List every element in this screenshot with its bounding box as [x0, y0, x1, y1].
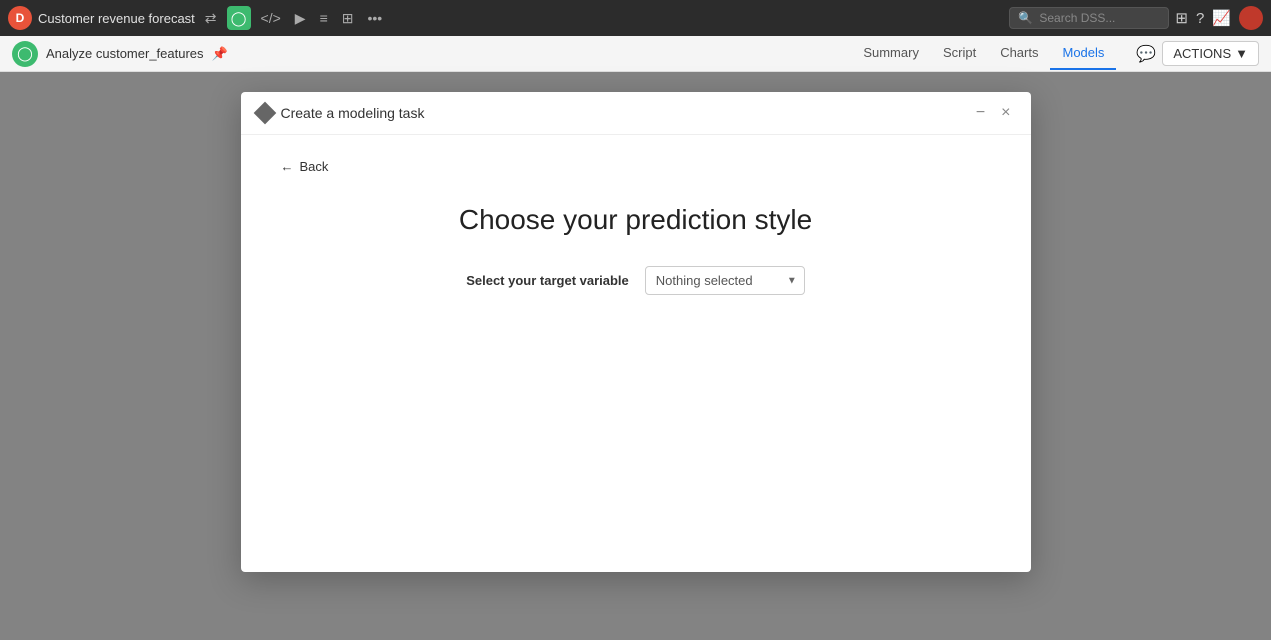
- modal-header: Create a modeling task − ×: [241, 92, 1031, 135]
- nav-tabs: Summary Script Charts Models: [851, 37, 1116, 70]
- secondbar-actions: 💬 ACTIONS ▼: [1136, 41, 1259, 66]
- app-logo: D: [8, 6, 32, 30]
- topbar: D Customer revenue forecast ⇄ ◯ </> ▶ ≡ …: [0, 0, 1271, 36]
- target-variable-row: Select your target variable Nothing sele…: [281, 266, 991, 295]
- modal-body: ← Back Choose your prediction style Sele…: [241, 135, 1031, 572]
- modal: Create a modeling task − × ← Back Choose…: [241, 92, 1031, 572]
- help-icon[interactable]: ?: [1196, 10, 1204, 27]
- target-variable-select[interactable]: Nothing selected: [645, 266, 805, 295]
- minimize-button[interactable]: −: [972, 104, 989, 122]
- search-icon: 🔍: [1018, 11, 1033, 25]
- chevron-down-icon: ▼: [1235, 46, 1248, 61]
- back-button[interactable]: ← Back: [281, 159, 991, 174]
- list-icon[interactable]: ≡: [316, 8, 332, 28]
- recipe-icon[interactable]: ◯: [227, 6, 251, 30]
- page-title: Analyze customer_features: [46, 46, 204, 61]
- flow-icon[interactable]: ⇄: [201, 8, 221, 29]
- actions-button[interactable]: ACTIONS ▼: [1162, 41, 1259, 66]
- grid-icon[interactable]: ⊞: [338, 8, 358, 29]
- run-icon[interactable]: ▶: [291, 8, 310, 29]
- more-icon[interactable]: •••: [363, 8, 386, 28]
- pin-icon[interactable]: 📌: [212, 46, 228, 62]
- code-icon[interactable]: </>: [257, 8, 285, 28]
- topbar-right: ⊞ ? 📈: [1175, 6, 1263, 30]
- modal-title: Create a modeling task: [281, 105, 425, 121]
- tab-charts[interactable]: Charts: [988, 37, 1050, 70]
- secondbar: ◯ Analyze customer_features 📌 Summary Sc…: [0, 36, 1271, 72]
- chart-icon[interactable]: 📈: [1212, 9, 1231, 27]
- target-variable-label: Select your target variable: [466, 273, 629, 288]
- tab-summary[interactable]: Summary: [851, 37, 931, 70]
- recipe-logo: ◯: [12, 41, 38, 67]
- back-arrow-icon: ←: [281, 159, 294, 174]
- target-variable-select-wrapper: Nothing selected: [645, 266, 805, 295]
- apps-icon[interactable]: ⊞: [1175, 9, 1188, 27]
- app-title: Customer revenue forecast: [38, 11, 195, 26]
- tab-models[interactable]: Models: [1050, 37, 1116, 70]
- search-placeholder: Search DSS...: [1039, 11, 1115, 25]
- chat-icon[interactable]: 💬: [1136, 44, 1156, 64]
- close-button[interactable]: ×: [997, 104, 1014, 122]
- back-label: Back: [300, 159, 329, 174]
- tab-script[interactable]: Script: [931, 37, 988, 70]
- main-title: Choose your prediction style: [281, 204, 991, 236]
- modal-overlay: Create a modeling task − × ← Back Choose…: [0, 72, 1271, 640]
- search-bar[interactable]: 🔍 Search DSS...: [1009, 7, 1169, 29]
- diamond-icon: [253, 102, 276, 125]
- user-avatar[interactable]: [1239, 6, 1263, 30]
